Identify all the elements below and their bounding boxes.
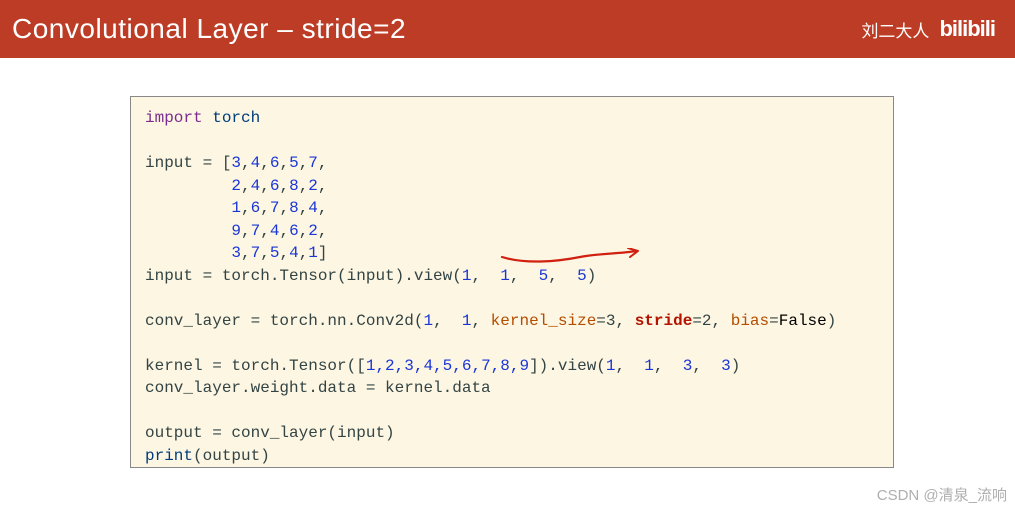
n: 3 bbox=[673, 357, 692, 375]
n: 4 bbox=[251, 154, 261, 172]
n: 5 bbox=[270, 244, 280, 262]
author-label: 刘二大人 bbox=[861, 17, 929, 42]
n: 6 bbox=[289, 222, 299, 240]
n: 2 bbox=[308, 222, 318, 240]
n: 7 bbox=[251, 244, 261, 262]
code-text: output = conv_layer(input) bbox=[145, 424, 395, 442]
n: 4 bbox=[289, 244, 299, 262]
fn-print: print bbox=[145, 447, 193, 465]
n: 7 bbox=[251, 222, 261, 240]
n: 4 bbox=[251, 177, 261, 195]
n: 6 bbox=[270, 154, 280, 172]
code-text: conv_layer.weight.data = kernel.data bbox=[145, 379, 491, 397]
n: 7 bbox=[308, 154, 318, 172]
n: 8 bbox=[289, 177, 299, 195]
module-torch: torch bbox=[212, 109, 260, 127]
code-text: =3 bbox=[596, 312, 615, 330]
slide-title: Convolutional Layer – stride=2 bbox=[12, 13, 406, 45]
seq: 1,2,3,4,5,6,7,8,9 bbox=[366, 357, 529, 375]
bilibili-logo: bilibili bbox=[939, 16, 995, 42]
n: 9 bbox=[231, 222, 241, 240]
n: 1 bbox=[231, 199, 241, 217]
watermark: CSDN @清泉_流响 bbox=[877, 484, 1007, 505]
const-false: False bbox=[779, 312, 827, 330]
n: 4 bbox=[308, 199, 318, 217]
code-text: ]).view( bbox=[529, 357, 606, 375]
n: 1 bbox=[308, 244, 318, 262]
n: 8 bbox=[289, 199, 299, 217]
n: 1 bbox=[462, 267, 472, 285]
code-block: import torch input = [3,4,6,5,7, 2,4,6,8… bbox=[130, 96, 894, 468]
n: 5 bbox=[289, 154, 299, 172]
arg-kernel-size: kernel_size bbox=[491, 312, 597, 330]
n: 5 bbox=[529, 267, 548, 285]
n: 1 bbox=[452, 312, 471, 330]
n: 2 bbox=[308, 177, 318, 195]
code-text: ) bbox=[731, 357, 741, 375]
code-text: =2 bbox=[692, 312, 711, 330]
n: 7 bbox=[270, 199, 280, 217]
n: 1 bbox=[606, 357, 616, 375]
header-bar: Convolutional Layer – stride=2 刘二大人 bili… bbox=[0, 0, 1015, 58]
n: 3 bbox=[231, 244, 241, 262]
arg-stride: stride bbox=[635, 312, 693, 330]
code-text: ) bbox=[827, 312, 837, 330]
n: 6 bbox=[270, 177, 280, 195]
code-text: (output) bbox=[193, 447, 270, 465]
code-text: ) bbox=[587, 267, 597, 285]
n: 1 bbox=[423, 312, 433, 330]
n: 3 bbox=[231, 154, 241, 172]
n: 4 bbox=[270, 222, 280, 240]
arg-bias: bias bbox=[731, 312, 769, 330]
n: 2 bbox=[231, 177, 241, 195]
header-right: 刘二大人 bilibili bbox=[861, 16, 995, 42]
n: 3 bbox=[712, 357, 731, 375]
n: 6 bbox=[251, 199, 261, 217]
n: 5 bbox=[567, 267, 586, 285]
code-text: input = [ bbox=[145, 154, 231, 172]
code-text: ] bbox=[318, 244, 328, 262]
n: 1 bbox=[635, 357, 654, 375]
code-text: = bbox=[769, 312, 779, 330]
code-text: input = torch.Tensor(input).view( bbox=[145, 267, 462, 285]
code-text: conv_layer = torch.nn.Conv2d( bbox=[145, 312, 423, 330]
keyword-import: import bbox=[145, 109, 203, 127]
code-text: kernel = torch.Tensor([ bbox=[145, 357, 366, 375]
n: 1 bbox=[491, 267, 510, 285]
